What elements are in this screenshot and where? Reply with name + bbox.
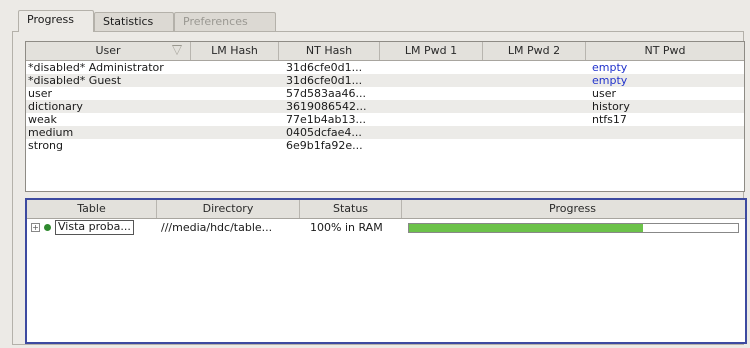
tab-preferences: Preferences xyxy=(174,12,276,31)
nt-hash-cell: 6e9b1fa92e... xyxy=(286,139,363,152)
nt-hash-cell: 0405dcfae4... xyxy=(286,126,362,139)
progress-bar xyxy=(408,223,739,233)
table-row[interactable]: weak 77e1b4ab13... ntfs17 xyxy=(26,113,744,126)
table-row[interactable]: *disabled* Guest 31d6cfe0d1... empty xyxy=(26,74,744,87)
tables-table[interactable]: Table Directory Status Progress + Vista … xyxy=(25,198,747,344)
table-row[interactable]: medium 0405dcfae4... xyxy=(26,126,744,139)
table-row[interactable]: user 57d583aa46... user xyxy=(26,87,744,100)
tab-statistics[interactable]: Statistics xyxy=(94,12,174,31)
nt-pwd-cell: history xyxy=(592,100,630,113)
nt-hash-cell: 31d6cfe0d1... xyxy=(286,61,363,74)
column-header-lm-pwd-1[interactable]: LM Pwd 1 xyxy=(380,42,483,60)
nt-hash-cell: 77e1b4ab13... xyxy=(286,113,366,126)
user-cell: medium xyxy=(28,126,74,139)
status-cell: 100% in RAM xyxy=(310,221,383,234)
user-cell: weak xyxy=(28,113,57,126)
table-row[interactable]: + Vista proba... ///media/hdc/table... 1… xyxy=(27,220,745,235)
table-row[interactable]: dictionary 3619086542... history xyxy=(26,100,744,113)
column-header-lm-hash[interactable]: LM Hash xyxy=(191,42,279,60)
column-header-user[interactable]: User xyxy=(26,42,191,60)
directory-cell: ///media/hdc/table... xyxy=(161,221,273,234)
progress-bar-fill xyxy=(409,224,643,232)
column-header-status[interactable]: Status xyxy=(300,200,402,218)
nt-hash-cell: 3619086542... xyxy=(286,100,367,113)
table-row[interactable]: *disabled* Administrator 31d6cfe0d1... e… xyxy=(26,61,744,74)
tab-progress[interactable]: Progress xyxy=(18,10,94,32)
user-cell: user xyxy=(28,87,52,100)
user-cell: *disabled* Guest xyxy=(28,74,122,87)
column-header-nt-hash[interactable]: NT Hash xyxy=(279,42,380,60)
table-name-cell[interactable]: Vista proba... xyxy=(55,220,134,235)
nt-hash-cell: 31d6cfe0d1... xyxy=(286,74,363,87)
table-row[interactable]: strong 6e9b1fa92e... xyxy=(26,139,744,152)
status-green-icon xyxy=(44,224,51,231)
nt-pwd-cell: user xyxy=(592,87,616,100)
nt-pwd-cell: empty xyxy=(592,61,628,74)
nt-pwd-cell: ntfs17 xyxy=(592,113,627,126)
expand-icon[interactable]: + xyxy=(31,223,40,232)
user-cell: *disabled* Administrator xyxy=(28,61,164,74)
nt-pwd-cell: empty xyxy=(592,74,628,87)
nt-hash-cell: 57d583aa46... xyxy=(286,87,366,100)
column-header-directory[interactable]: Directory xyxy=(157,200,300,218)
user-cell: dictionary xyxy=(28,100,83,113)
column-header-progress[interactable]: Progress xyxy=(402,200,743,218)
users-table[interactable]: User LM Hash NT Hash LM Pwd 1 LM Pwd 2 N… xyxy=(25,41,745,192)
user-cell: strong xyxy=(28,139,64,152)
sort-descending-icon xyxy=(172,45,182,55)
progress-panel: User LM Hash NT Hash LM Pwd 1 LM Pwd 2 N… xyxy=(12,31,747,345)
users-table-header: User LM Hash NT Hash LM Pwd 1 LM Pwd 2 N… xyxy=(26,42,744,61)
column-header-table[interactable]: Table xyxy=(27,200,157,218)
column-header-nt-pwd[interactable]: NT Pwd xyxy=(586,42,744,60)
tables-table-header: Table Directory Status Progress xyxy=(27,200,745,219)
column-header-lm-pwd-2[interactable]: LM Pwd 2 xyxy=(483,42,586,60)
